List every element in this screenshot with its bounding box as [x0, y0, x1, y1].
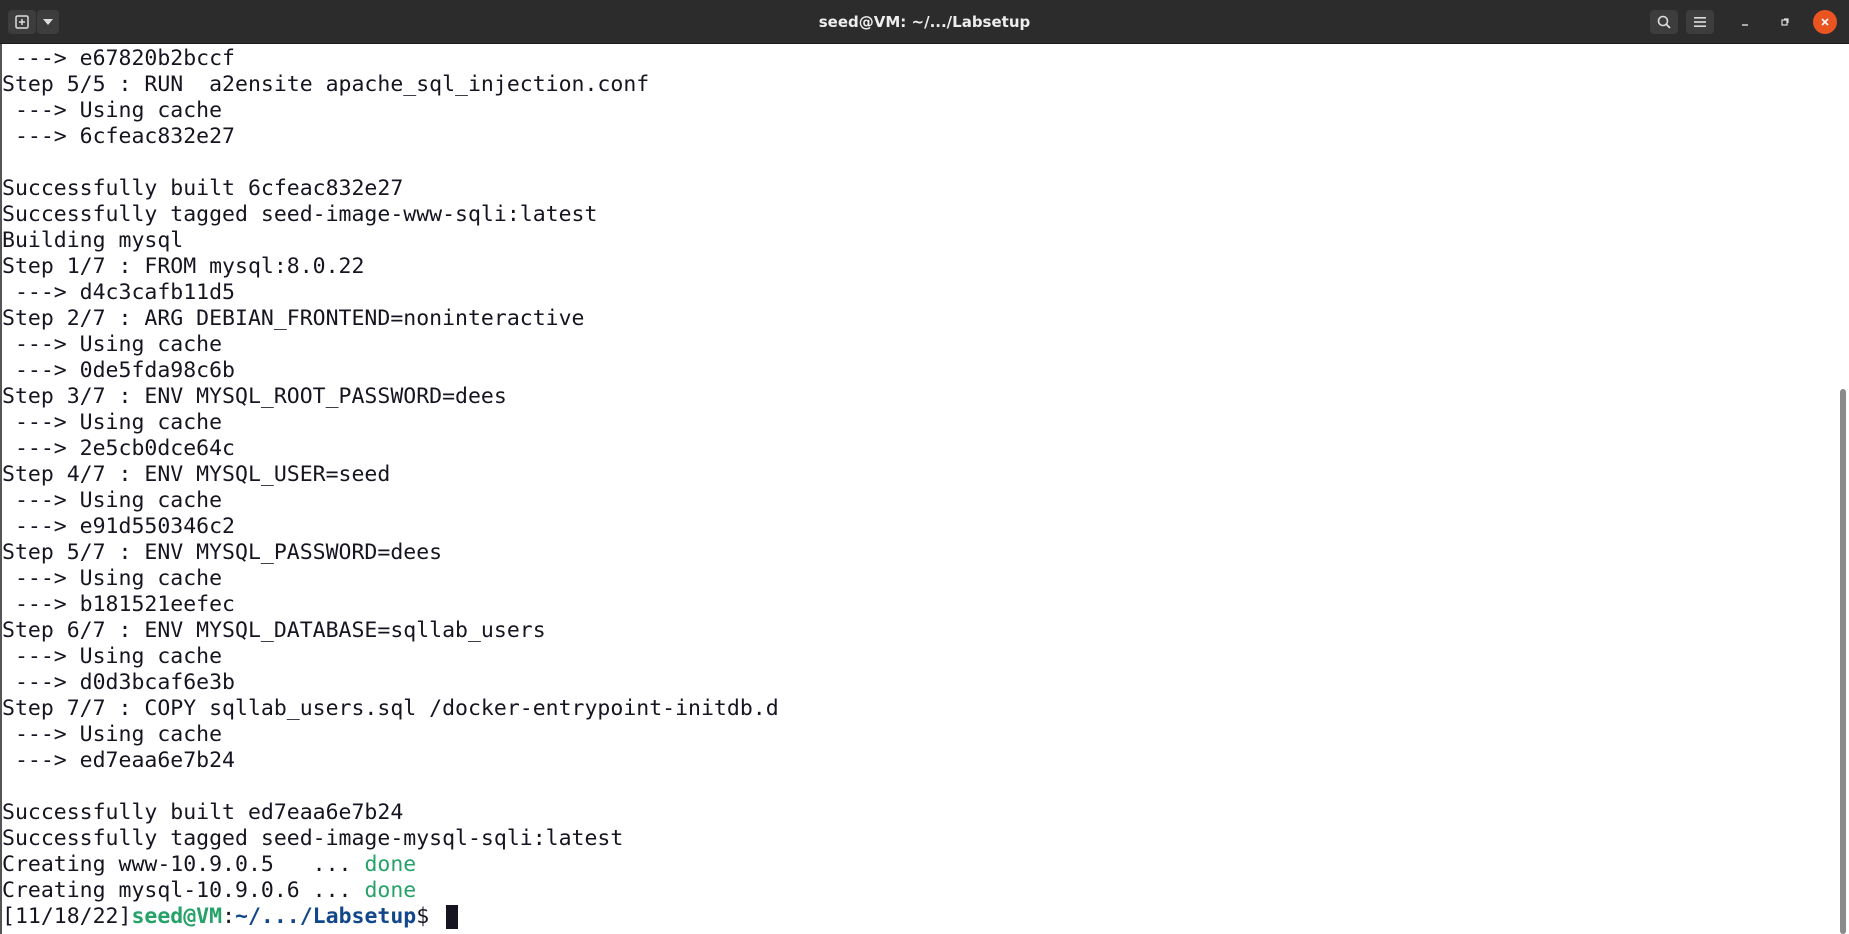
terminal-line: ---> e91d550346c2 — [2, 514, 235, 539]
prompt-symbol: $ — [416, 904, 443, 929]
creating-text: Creating mysql-10.9.0.6 ... — [2, 878, 365, 903]
scrollbar-thumb[interactable] — [1840, 389, 1846, 934]
prompt-date: [11/18/22] — [2, 904, 132, 929]
terminal-output[interactable]: ---> e67820b2bccf Step 5/5 : RUN a2ensit… — [0, 44, 1849, 934]
creating-line: Creating mysql-10.9.0.6 ... done — [2, 878, 779, 904]
done-status: done — [364, 878, 417, 903]
terminal-line: Step 2/7 : ARG DEBIAN_FRONTEND=nonintera… — [2, 306, 585, 331]
terminal-line: Step 1/7 : FROM mysql:8.0.22 — [2, 254, 365, 279]
terminal-line: Successfully tagged seed-image-www-sqli:… — [2, 202, 598, 227]
terminal-line: Building mysql — [2, 228, 184, 253]
terminal-line: ---> e67820b2bccf — [2, 46, 235, 71]
text-cursor — [446, 905, 459, 929]
terminal-line: ---> d0d3bcaf6e3b — [2, 670, 235, 695]
terminal-line: ---> Using cache — [2, 98, 223, 123]
close-button[interactable] — [1813, 10, 1837, 34]
search-icon — [1657, 15, 1671, 29]
close-icon — [1821, 18, 1829, 26]
creating-text: Creating www-10.9.0.5 ... — [2, 852, 365, 877]
terminal-line: Successfully built 6cfeac832e27 — [2, 176, 404, 201]
terminal-line: ---> ed7eaa6e7b24 — [2, 748, 235, 773]
prompt-path: ~/.../Labsetup — [235, 904, 417, 929]
terminal-line: ---> Using cache — [2, 722, 223, 747]
terminal-line: Step 4/7 : ENV MYSQL_USER=seed — [2, 462, 391, 487]
terminal-line: Step 6/7 : ENV MYSQL_DATABASE=sqllab_use… — [2, 618, 546, 643]
terminal-line: Step 5/7 : ENV MYSQL_PASSWORD=dees — [2, 540, 443, 565]
terminal-line: Step 7/7 : COPY sqllab_users.sql /docker… — [2, 696, 779, 721]
window-title: seed@VM: ~/.../Labsetup — [818, 13, 1031, 31]
search-button[interactable] — [1650, 10, 1678, 34]
title-bar: seed@VM: ~/.../Labsetup — [0, 0, 1849, 44]
creating-line: Creating www-10.9.0.5 ... done — [2, 852, 779, 878]
terminal-line: ---> Using cache — [2, 410, 223, 435]
terminal-line: ---> Using cache — [2, 566, 223, 591]
terminal-line: ---> Using cache — [2, 332, 223, 357]
scrollbar[interactable] — [1835, 44, 1849, 934]
maximize-icon — [1781, 18, 1789, 26]
terminal-line: ---> Using cache — [2, 644, 223, 669]
done-status: done — [364, 852, 417, 877]
terminal-line: ---> b181521eefec — [2, 592, 235, 617]
prompt-line[interactable]: [11/18/22]seed@VM:~/.../Labsetup$ — [2, 904, 779, 930]
terminal-line: ---> Using cache — [2, 488, 223, 513]
terminal-line: ---> 0de5fda98c6b — [2, 358, 235, 383]
terminal-line: Successfully tagged seed-image-mysql-sql… — [2, 826, 624, 851]
terminal-lines: ---> e67820b2bccf Step 5/5 : RUN a2ensit… — [2, 46, 779, 930]
menu-button[interactable] — [1686, 10, 1714, 34]
minimize-icon — [1742, 24, 1748, 26]
prompt-user-host: seed@VM — [131, 904, 223, 929]
minimize-button[interactable] — [1733, 10, 1757, 34]
terminal-line: ---> 2e5cb0dce64c — [2, 436, 235, 461]
terminal-line: Step 5/5 : RUN a2ensite apache_sql_injec… — [2, 72, 650, 97]
terminal-line: Step 3/7 : ENV MYSQL_ROOT_PASSWORD=dees — [2, 384, 507, 409]
prompt-separator: : — [222, 904, 236, 929]
hamburger-menu-icon — [1694, 17, 1706, 27]
terminal-line: Successfully built ed7eaa6e7b24 — [2, 800, 404, 825]
terminal-line: ---> 6cfeac832e27 — [2, 124, 235, 149]
terminal-line: ---> d4c3cafb11d5 — [2, 280, 235, 305]
maximize-button[interactable] — [1773, 10, 1797, 34]
